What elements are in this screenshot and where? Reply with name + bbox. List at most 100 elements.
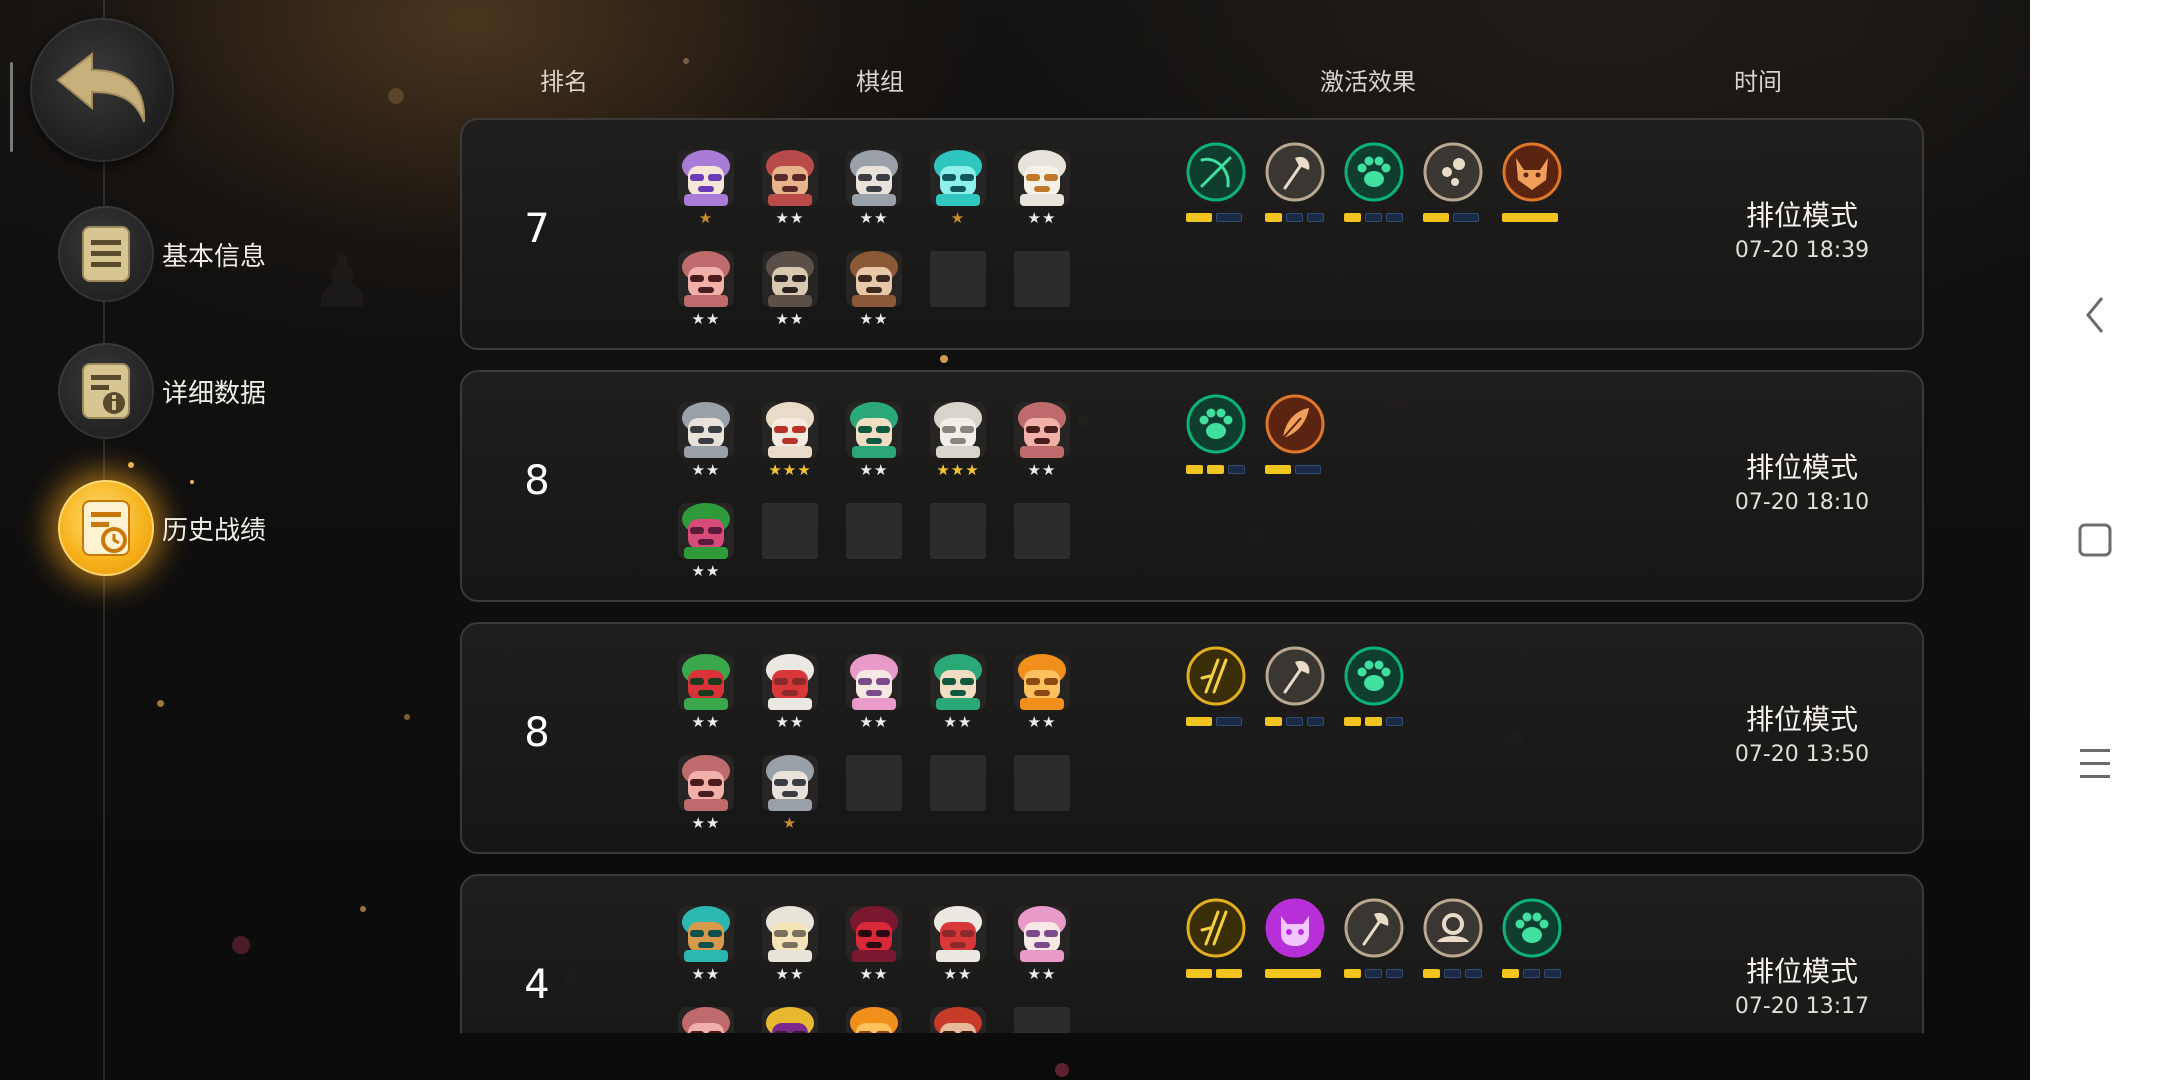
back-button[interactable] [30,18,174,162]
trait-level-bars [1186,717,1242,727]
trait-badge[interactable] [1502,898,1562,958]
chess-piece[interactable] [846,150,902,206]
trait-bar-inactive [1216,213,1242,222]
empty-piece-slot [762,503,818,559]
purple-hair-sunglasses-portrait-icon [678,150,734,206]
match-time: 07-20 18:39 [1734,238,1870,263]
trait-badge[interactable] [1423,898,1483,958]
piece-star-rating: ★★ [1027,461,1057,479]
chess-piece[interactable] [930,150,986,206]
helm-icon [1423,898,1483,958]
chess-piece[interactable] [762,1007,818,1033]
trait-badge[interactable] [1186,898,1246,958]
chess-piece[interactable] [930,654,986,710]
pink-ogre-portrait-icon [1014,402,1070,458]
chess-piece[interactable] [1014,150,1070,206]
nav-back-icon [2086,297,2104,333]
chess-piece[interactable] [678,654,734,710]
column-header-time: 时间 [1734,68,1782,96]
trait-badge[interactable] [1186,142,1246,202]
chess-piece[interactable] [846,654,902,710]
paw-icon [1502,898,1562,958]
trait-badge[interactable] [1265,898,1325,958]
chess-piece[interactable] [846,1007,902,1033]
sidebar-item-detailed-data[interactable]: 详细数据 [58,343,318,443]
chess-piece[interactable] [678,251,734,307]
trait-badge[interactable] [1344,898,1404,958]
piece-star-rating: ★★ [775,713,805,731]
chess-piece[interactable] [762,251,818,307]
match-mode: 排位模式 [1745,451,1858,484]
chess-piece[interactable] [762,906,818,962]
match-card[interactable]: 8 ★★ ★★★ ★★ ★★★ ★★ ★★ 排位模式 07-20 18:10 [460,370,1924,602]
sidebar-item-basic-info[interactable]: 基本信息 [58,206,318,306]
trait-badge[interactable] [1265,394,1325,454]
trait-badge[interactable] [1344,646,1404,706]
match-history-list[interactable]: 7 ★ ★★ ★★ ★ ★★ ★★ ★★ ★★ 排位模式 07-20 18:39 8 ★★ ★★★ ★★ ★★… [460,118,1926,1033]
trait-bar-inactive [1386,213,1403,222]
axe-icon [1265,646,1325,706]
chess-piece[interactable] [1014,654,1070,710]
chess-piece[interactable] [762,654,818,710]
chess-piece[interactable] [846,251,902,307]
trait-bar-inactive [1453,213,1479,222]
nav-menu-button[interactable] [2060,728,2130,798]
piece-star-rating: ★★★ [936,461,980,479]
piece-star-rating: ★★ [691,965,721,983]
empty-piece-slot [930,755,986,811]
trait-badge[interactable] [1265,142,1325,202]
chess-piece[interactable] [762,755,818,811]
chess-piece[interactable] [762,150,818,206]
chess-piece[interactable] [930,402,986,458]
empty-piece-slot [1014,1007,1070,1033]
chess-piece[interactable] [846,402,902,458]
chess-piece[interactable] [678,150,734,206]
trait-badge[interactable] [1265,646,1325,706]
trait-level-bars [1265,213,1324,223]
bg-sparkle [683,58,689,64]
column-header-rank: 排名 [540,68,588,96]
chess-piece[interactable] [678,755,734,811]
nav-home-button[interactable] [2060,505,2130,575]
chess-piece[interactable] [762,402,818,458]
chess-piece[interactable] [930,1007,986,1033]
chess-piece[interactable] [678,906,734,962]
chess-piece[interactable] [678,1007,734,1033]
sidebar-item-label: 基本信息 [162,242,267,272]
chess-piece[interactable] [930,906,986,962]
trait-level-bars [1186,213,1242,223]
gold-crowned-king-portrait-icon [762,1007,818,1033]
trait-badge[interactable] [1423,142,1483,202]
chess-piece[interactable] [1014,906,1070,962]
trait-badge[interactable] [1186,394,1246,454]
trait-badge[interactable] [1186,646,1246,706]
trait-bar-active [1207,465,1224,474]
chess-piece[interactable] [1014,402,1070,458]
sidebar-icon [58,206,154,302]
orange-flame-portrait-icon [846,1007,902,1033]
nav-back-button[interactable] [2060,280,2130,350]
match-card[interactable]: 4 ★★ ★★ ★★ ★★ ★★ 排位模式 07-20 13:17 [460,874,1924,1033]
trait-badge[interactable] [1344,142,1404,202]
match-card[interactable]: 7 ★ ★★ ★★ ★ ★★ ★★ ★★ ★★ 排位模式 07-20 18:39 [460,118,1924,350]
trait-bar-inactive [1216,717,1242,726]
chess-piece[interactable] [678,402,734,458]
match-card[interactable]: 8 ★★ ★★ ★★ ★★ ★★ ★★ ★ 排位模式 07-20 13:50 [460,622,1924,854]
trait-bar-active [1423,969,1440,978]
trait-badge[interactable] [1502,142,1562,202]
piece-star-rating: ★★ [691,713,721,731]
trait-bar-inactive [1365,969,1382,978]
piece-star-rating: ★★ [859,461,889,479]
chess-piece[interactable] [846,906,902,962]
empty-piece-slot [1014,755,1070,811]
sidebar-item-history[interactable]: 历史战绩 [58,480,318,580]
trait-level-bars [1502,213,1558,223]
column-header-lineup: 棋组 [856,68,904,96]
nav-menu-icon [2080,749,2110,778]
trait-bar-active [1265,213,1282,222]
chess-piece[interactable] [678,503,734,559]
match-mode: 排位模式 [1745,955,1858,988]
piece-star-rating: ★★ [1027,965,1057,983]
trait-bar-active [1216,969,1242,978]
bg-sparkle [404,714,410,720]
